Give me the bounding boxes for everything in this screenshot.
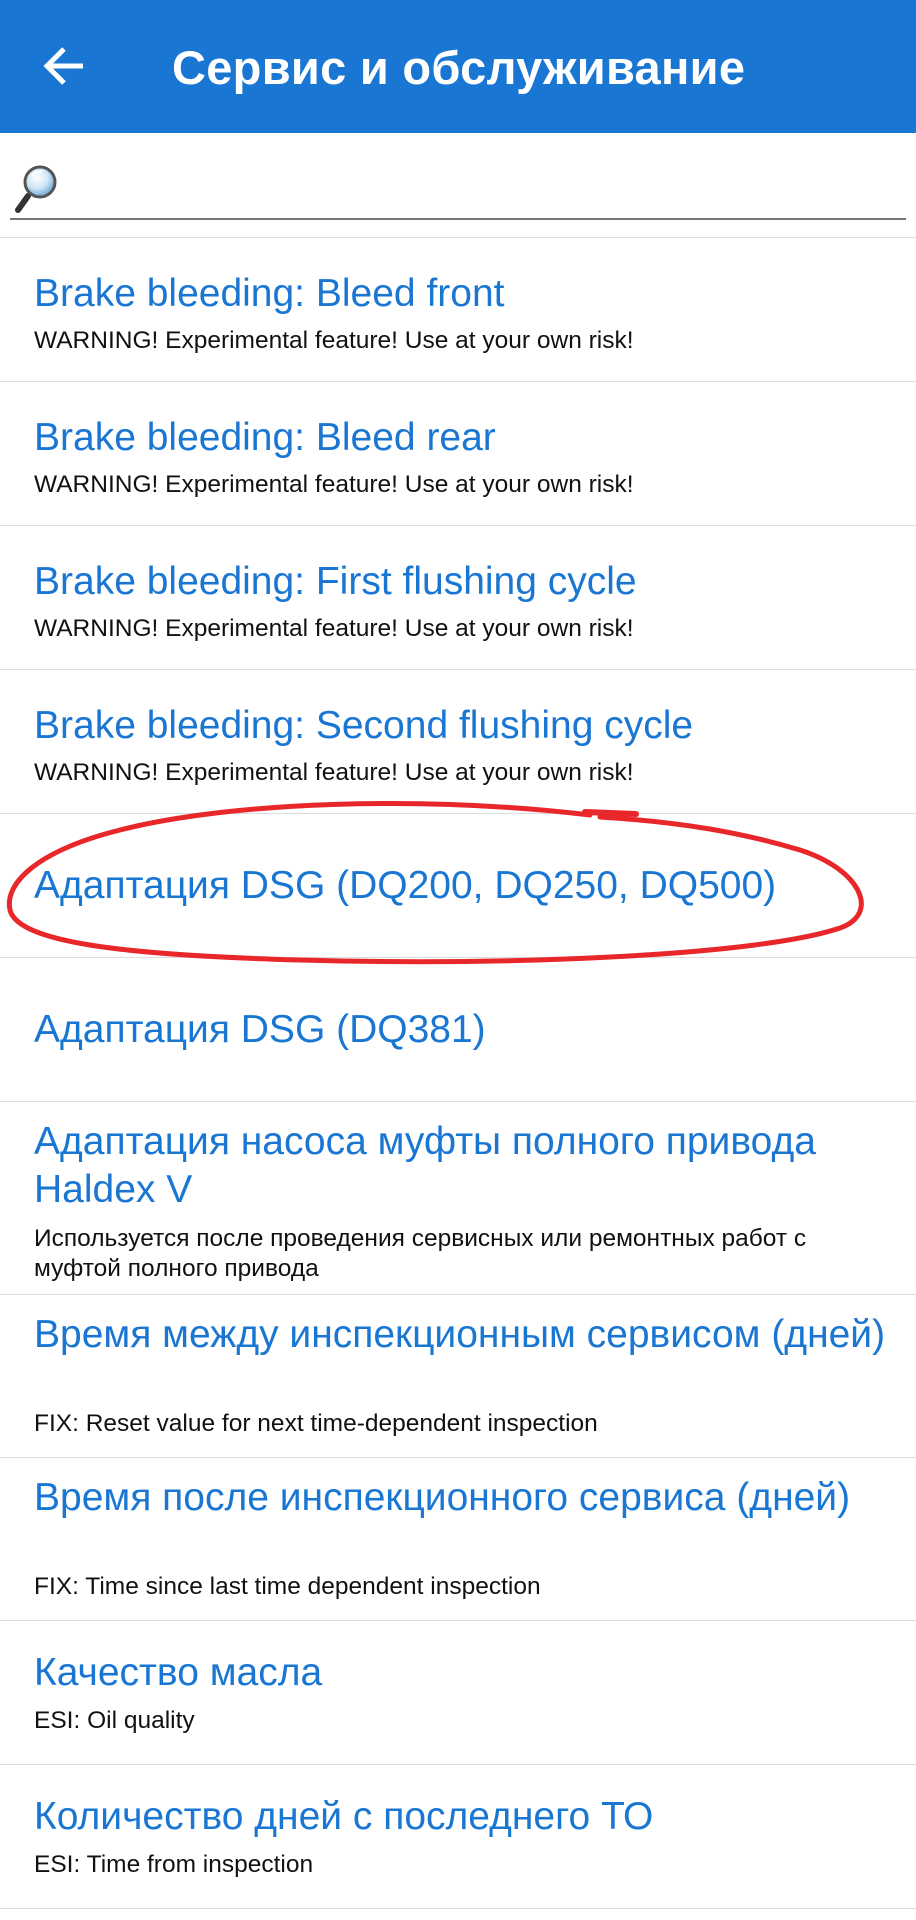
list-item-subtitle: Используется после проведения сервисных … — [34, 1225, 807, 1282]
list-item-title: Brake bleeding: Second flushing cycle — [34, 704, 694, 747]
service-list: Brake bleeding: Bleed front WARNING! Exp… — [0, 237, 916, 1909]
list-item-title: Количество дней с последнего ТО — [34, 1795, 654, 1838]
list-item-subtitle: WARNING! Experimental feature! Use at yo… — [34, 327, 634, 354]
list-item-subtitle: FIX: Time since last time dependent insp… — [34, 1573, 541, 1600]
list-item-haldex-pump-adaptation[interactable]: Адаптация насоса муфты полного привода H… — [0, 1102, 916, 1295]
list-item-title: Адаптация DSG (DQ200, DQ250, DQ500) — [34, 864, 777, 907]
list-item-dsg-adaptation-dq381[interactable]: Адаптация DSG (DQ381) — [0, 958, 916, 1102]
list-item-title: Время после инспекционного сервиса (дней… — [34, 1476, 851, 1519]
list-item-subtitle: WARNING! Experimental feature! Use at yo… — [34, 471, 634, 498]
back-button[interactable] — [28, 30, 100, 102]
list-item-inspection-interval[interactable]: Время между инспекционным сервисом (дней… — [0, 1295, 916, 1458]
list-item-brake-bleed-front[interactable]: Brake bleeding: Bleed front WARNING! Exp… — [0, 238, 916, 382]
list-item-oil-quality[interactable]: Качество масла ESI: Oil quality — [0, 1621, 916, 1765]
list-item-dsg-adaptation-dq200[interactable]: Адаптация DSG (DQ200, DQ250, DQ500) — [0, 814, 916, 958]
list-item-subtitle: WARNING! Experimental feature! Use at yo… — [34, 759, 634, 786]
list-item-title: Brake bleeding: Bleed rear — [34, 416, 496, 459]
app-bar: Сервис и обслуживание — [0, 0, 916, 133]
list-item-title: Качество масла — [34, 1651, 323, 1694]
list-item-subtitle: ESI: Oil quality — [34, 1707, 195, 1734]
list-item-second-flushing-cycle[interactable]: Brake bleeding: Second flushing cycle WA… — [0, 670, 916, 814]
search-bar[interactable] — [10, 150, 906, 220]
list-item-title: Адаптация насоса муфты полного привода H… — [34, 1120, 816, 1211]
list-item-title: Brake bleeding: Bleed front — [34, 272, 505, 315]
arrow-back-icon — [43, 47, 83, 85]
list-item-days-since-service[interactable]: Количество дней с последнего ТО ESI: Tim… — [0, 1765, 916, 1909]
magnifier-icon — [15, 165, 57, 213]
list-item-title: Brake bleeding: First flushing cycle — [34, 560, 637, 603]
list-item-subtitle: ESI: Time from inspection — [34, 1851, 314, 1878]
list-item-subtitle: FIX: Reset value for next time-dependent… — [34, 1410, 598, 1437]
list-item-first-flushing-cycle[interactable]: Brake bleeding: First flushing cycle WAR… — [0, 526, 916, 670]
page-title: Сервис и обслуживание — [172, 41, 746, 94]
list-item-title: Адаптация DSG (DQ381) — [34, 1008, 486, 1051]
list-item-time-since-inspection[interactable]: Время после инспекционного сервиса (дней… — [0, 1458, 916, 1621]
list-item-title: Время между инспекционным сервисом (дней… — [34, 1313, 886, 1356]
list-item-subtitle: WARNING! Experimental feature! Use at yo… — [34, 615, 634, 642]
search-input[interactable] — [70, 156, 894, 214]
list-item-brake-bleed-rear[interactable]: Brake bleeding: Bleed rear WARNING! Expe… — [0, 382, 916, 526]
